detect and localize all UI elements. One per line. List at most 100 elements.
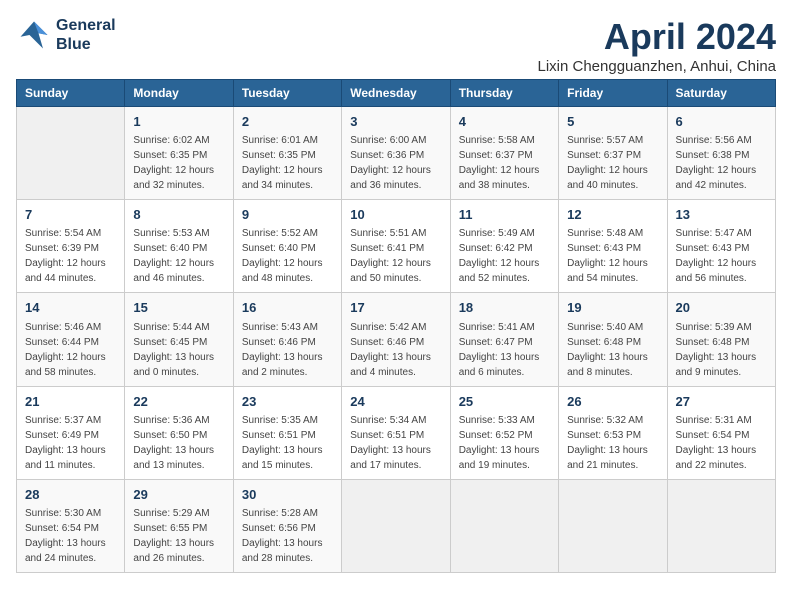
calendar-header-row: SundayMondayTuesdayWednesdayThursdayFrid…: [17, 80, 776, 107]
calendar-week-row: 7Sunrise: 5:54 AMSunset: 6:39 PMDaylight…: [17, 200, 776, 293]
day-info: Sunrise: 5:58 AMSunset: 6:37 PMDaylight:…: [459, 133, 550, 193]
calendar-day-cell: [450, 479, 558, 572]
calendar-header-cell: Wednesday: [342, 80, 450, 107]
day-info-line: Sunrise: 5:28 AM: [242, 506, 333, 521]
calendar-day-cell: 15Sunrise: 5:44 AMSunset: 6:45 PMDayligh…: [125, 293, 233, 386]
day-info: Sunrise: 5:37 AMSunset: 6:49 PMDaylight:…: [25, 413, 116, 473]
calendar-day-cell: 5Sunrise: 5:57 AMSunset: 6:37 PMDaylight…: [559, 107, 667, 200]
day-info: Sunrise: 5:39 AMSunset: 6:48 PMDaylight:…: [676, 320, 767, 380]
calendar-week-row: 1 Sunrise: 6:02 AM Sunset: 6:35 PM Daylight…: [17, 107, 776, 200]
day-info-line: Daylight: 13 hours and 4 minutes.: [350, 350, 441, 380]
calendar-day-cell: 26Sunrise: 5:32 AMSunset: 6:53 PMDayligh…: [559, 386, 667, 479]
day-info-line: Sunrise: 6:00 AM: [350, 133, 441, 148]
calendar-body: 1 Sunrise: 6:02 AM Sunset: 6:35 PM Daylight…: [17, 107, 776, 573]
day-info-line: Sunrise: 5:40 AM: [567, 320, 658, 335]
day-info: Sunrise: 5:52 AMSunset: 6:40 PMDaylight:…: [242, 226, 333, 286]
calendar-day-cell: [667, 479, 775, 572]
page-header: General Blue April 2024 Lixin Chengguanz…: [16, 16, 776, 75]
day-number: 1: [133, 113, 224, 131]
day-info: Sunrise: 5:36 AMSunset: 6:50 PMDaylight:…: [133, 413, 224, 473]
day-number: 15: [133, 299, 224, 317]
day-info-line: Daylight: 13 hours and 2 minutes.: [242, 350, 333, 380]
day-info: Sunrise: 6:01 AMSunset: 6:35 PMDaylight:…: [242, 133, 333, 193]
calendar-day-cell: 25Sunrise: 5:33 AMSunset: 6:52 PMDayligh…: [450, 386, 558, 479]
day-info-line: Daylight: 12 hours and 54 minutes.: [567, 256, 658, 286]
day-info: Sunrise: 5:29 AMSunset: 6:55 PMDaylight:…: [133, 506, 224, 566]
day-info: Sunrise: 5:28 AMSunset: 6:56 PMDaylight:…: [242, 506, 333, 566]
day-info-line: Daylight: 12 hours and 42 minutes.: [676, 163, 767, 193]
calendar-day-cell: [342, 479, 450, 572]
calendar-day-cell: 28Sunrise: 5:30 AMSunset: 6:54 PMDayligh…: [17, 479, 125, 572]
day-info: Sunrise: 5:53 AMSunset: 6:40 PMDaylight:…: [133, 226, 224, 286]
calendar-week-row: 14Sunrise: 5:46 AMSunset: 6:44 PMDayligh…: [17, 293, 776, 386]
day-info-line: Sunset: 6:43 PM: [676, 241, 767, 256]
month-title: April 2024: [537, 16, 776, 58]
day-info-line: Sunset: 6:38 PM: [676, 148, 767, 163]
calendar-header-cell: Friday: [559, 80, 667, 107]
day-info-line: Sunrise: 5:35 AM: [242, 413, 333, 428]
calendar-day-cell: 12Sunrise: 5:48 AMSunset: 6:43 PMDayligh…: [559, 200, 667, 293]
day-info-line: Sunrise: 5:57 AM: [567, 133, 658, 148]
day-info-line: Sunrise: 5:58 AM: [459, 133, 550, 148]
day-info-line: Daylight: 12 hours and 38 minutes.: [459, 163, 550, 193]
day-info-line: Sunset: 6:41 PM: [350, 241, 441, 256]
day-number: 13: [676, 206, 767, 224]
day-number: 2: [242, 113, 333, 131]
calendar-day-cell: 20 Sunrise: 5:39 AMSunset: 6:48 PMDayligh…: [667, 293, 775, 386]
day-info-line: Sunset: 6:50 PM: [133, 428, 224, 443]
day-info: Sunrise: 5:46 AMSunset: 6:44 PMDaylight:…: [25, 320, 116, 380]
day-info-line: Sunrise: 5:56 AM: [676, 133, 767, 148]
day-info-line: Daylight: 13 hours and 19 minutes.: [459, 443, 550, 473]
day-info-line: Sunrise: 5:32 AM: [567, 413, 658, 428]
day-info-line: Daylight: 12 hours and 36 minutes.: [350, 163, 441, 193]
calendar-week-row: 28Sunrise: 5:30 AMSunset: 6:54 PMDayligh…: [17, 479, 776, 572]
day-number: 9: [242, 206, 333, 224]
day-info: Sunrise: 5:30 AMSunset: 6:54 PMDaylight:…: [25, 506, 116, 566]
day-info-line: Sunrise: 5:48 AM: [567, 226, 658, 241]
day-info-line: Sunrise: 5:41 AM: [459, 320, 550, 335]
day-info-line: Daylight: 12 hours and 50 minutes.: [350, 256, 441, 286]
day-info-line: Sunset: 6:48 PM: [567, 335, 658, 350]
day-number: 21: [25, 393, 116, 411]
day-info-line: Sunset: 6:46 PM: [242, 335, 333, 350]
day-info-line: Sunset: 6:54 PM: [676, 428, 767, 443]
calendar-day-cell: 2 Sunrise: 6:01 AMSunset: 6:35 PMDaylight…: [233, 107, 341, 200]
calendar-day-cell: 24Sunrise: 5:34 AMSunset: 6:51 PMDayligh…: [342, 386, 450, 479]
logo-icon: [16, 17, 52, 53]
calendar-day-cell: 8Sunrise: 5:53 AMSunset: 6:40 PMDaylight…: [125, 200, 233, 293]
day-info-line: Sunrise: 6:02 AM: [133, 133, 224, 148]
calendar-day-cell: 4Sunrise: 5:58 AMSunset: 6:37 PMDaylight…: [450, 107, 558, 200]
calendar-header-cell: Tuesday: [233, 80, 341, 107]
day-info-line: Sunrise: 6:01 AM: [242, 133, 333, 148]
day-info-line: Daylight: 12 hours and 40 minutes.: [567, 163, 658, 193]
calendar-day-cell: 3Sunrise: 6:00 AMSunset: 6:36 PMDaylight…: [342, 107, 450, 200]
day-number: 24: [350, 393, 441, 411]
day-info-line: Sunset: 6:39 PM: [25, 241, 116, 256]
day-number: 12: [567, 206, 658, 224]
day-info-line: Sunrise: 5:47 AM: [676, 226, 767, 241]
day-number: 20: [676, 299, 767, 317]
day-info: Sunrise: 5:51 AMSunset: 6:41 PMDaylight:…: [350, 226, 441, 286]
calendar-day-cell: 1Sunrise: 6:02 AMSunset: 6:35 PMDaylight…: [125, 107, 233, 200]
day-info-line: Daylight: 13 hours and 21 minutes.: [567, 443, 658, 473]
day-info-line: Sunrise: 5:51 AM: [350, 226, 441, 241]
day-info-line: Sunrise: 5:44 AM: [133, 320, 224, 335]
day-info-line: Sunset: 6:44 PM: [25, 335, 116, 350]
day-number: 10: [350, 206, 441, 224]
day-info-line: Daylight: 13 hours and 9 minutes.: [676, 350, 767, 380]
calendar-day-cell: 18Sunrise: 5:41 AMSunset: 6:47 PMDayligh…: [450, 293, 558, 386]
day-info-line: Sunset: 6:35 PM: [242, 148, 333, 163]
day-info: Sunrise: 5:40 AMSunset: 6:48 PMDaylight:…: [567, 320, 658, 380]
calendar-day-cell: 27Sunrise: 5:31 AMSunset: 6:54 PMDayligh…: [667, 386, 775, 479]
day-info-line: Sunrise: 5:39 AM: [676, 320, 767, 335]
day-info-line: Sunrise: 5:49 AM: [459, 226, 550, 241]
day-info-line: Sunset: 6:49 PM: [25, 428, 116, 443]
day-info: Sunrise: 5:32 AMSunset: 6:53 PMDaylight:…: [567, 413, 658, 473]
day-number: 3: [350, 113, 441, 131]
day-info-line: Sunrise: 5:29 AM: [133, 506, 224, 521]
calendar-day-cell: 22Sunrise: 5:36 AMSunset: 6:50 PMDayligh…: [125, 386, 233, 479]
day-info-line: Daylight: 13 hours and 17 minutes.: [350, 443, 441, 473]
calendar-day-cell: 23Sunrise: 5:35 AMSunset: 6:51 PMDayligh…: [233, 386, 341, 479]
day-info: Sunrise: 5:35 AMSunset: 6:51 PMDaylight:…: [242, 413, 333, 473]
day-info-line: Sunset: 6:48 PM: [676, 335, 767, 350]
